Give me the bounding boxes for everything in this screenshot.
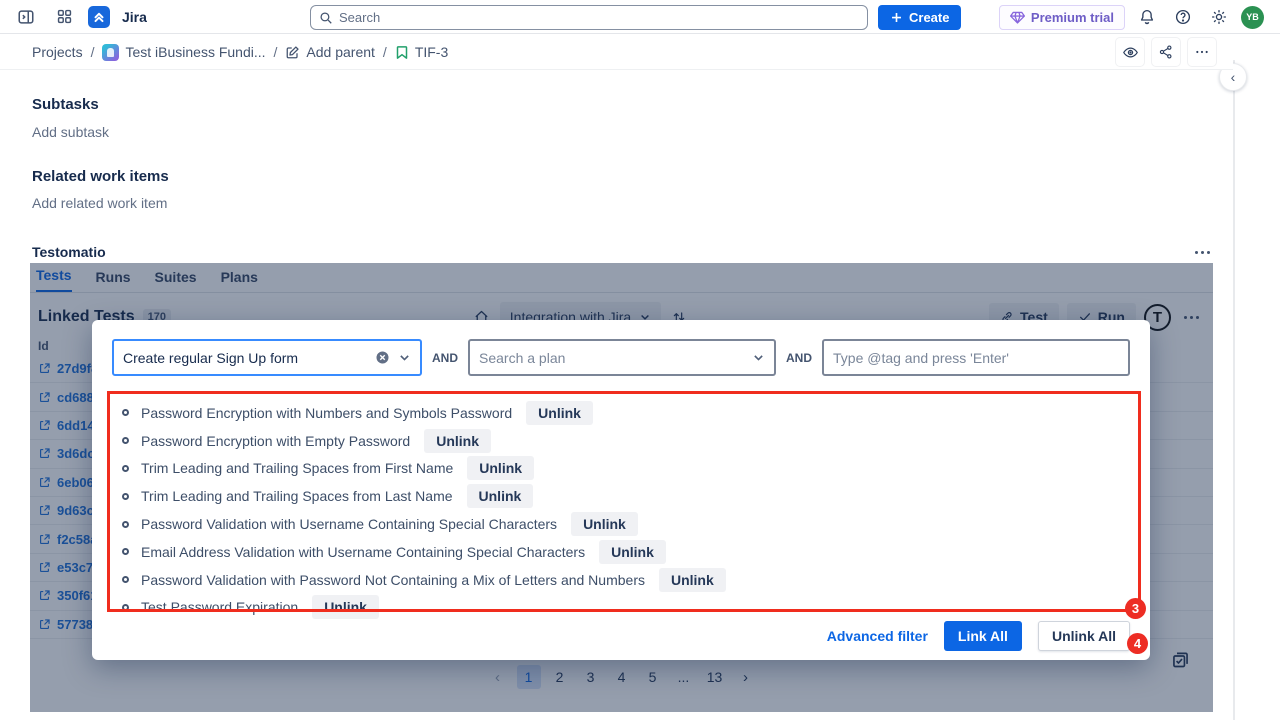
test-name: Password Validation with Username Contai…: [141, 516, 557, 532]
testomatio-heading: Testomatio: [32, 244, 106, 260]
search-input[interactable]: [339, 10, 859, 25]
modal-footer: Advanced filter Link All Unlink All: [827, 620, 1130, 652]
unlink-button[interactable]: Unlink: [599, 540, 666, 564]
list-item: Password Encryption with Numbers and Sym…: [122, 399, 1120, 427]
test-name: Test Password Expiration: [141, 599, 298, 615]
search-icon: [319, 11, 333, 25]
bookmark-icon: [395, 45, 409, 60]
bullet-icon: [122, 437, 129, 444]
link-tests-modal: Create regular Sign Up form AND AND Pass…: [92, 320, 1150, 660]
bullet-icon: [122, 465, 129, 472]
unlink-button[interactable]: Unlink: [312, 595, 379, 619]
app-name: Jira: [122, 9, 147, 25]
unlink-button[interactable]: Unlink: [467, 484, 534, 508]
breadcrumb-issue-key[interactable]: TIF-3: [395, 44, 448, 60]
notifications-icon[interactable]: [1133, 3, 1161, 31]
user-avatar[interactable]: YB: [1241, 6, 1264, 29]
bullet-icon: [122, 493, 129, 500]
test-name: Email Address Validation with Username C…: [141, 544, 585, 560]
right-panel-divider: [1233, 60, 1235, 720]
unlink-button[interactable]: Unlink: [467, 456, 534, 480]
app-switcher-icon[interactable]: [50, 3, 78, 31]
subtasks-heading: Subtasks: [32, 96, 99, 113]
premium-trial-button[interactable]: Premium trial: [999, 5, 1125, 30]
clear-icon[interactable]: [375, 350, 390, 365]
plan-filter-select[interactable]: [468, 339, 776, 376]
test-name: Trim Leading and Trailing Spaces from La…: [141, 488, 453, 504]
breadcrumb: Projects / Test iBusiness Fundi... / Add…: [32, 44, 448, 61]
share-icon[interactable]: [1151, 37, 1181, 67]
plan-search-input[interactable]: [479, 350, 744, 366]
gem-icon: [1010, 11, 1025, 24]
bullet-icon: [122, 576, 129, 583]
testomatio-more-icon[interactable]: [1188, 242, 1216, 262]
list-item: Password Encryption with Empty Password U…: [122, 427, 1120, 455]
project-avatar-icon: [102, 44, 119, 61]
breadcrumb-row: Projects / Test iBusiness Fundi... / Add…: [0, 35, 1233, 70]
sidebar-toggle-icon[interactable]: [12, 3, 40, 31]
annotation-badge-3: 3: [1125, 598, 1146, 619]
annotation-badge-4: 4: [1127, 633, 1148, 654]
tag-filter-field[interactable]: [822, 339, 1130, 376]
chevron-down-icon[interactable]: [398, 351, 411, 364]
advanced-filter-link[interactable]: Advanced filter: [827, 628, 928, 644]
more-actions-icon[interactable]: [1187, 37, 1217, 67]
unlink-button[interactable]: Unlink: [659, 568, 726, 592]
test-filter-value: Create regular Sign Up form: [123, 350, 367, 366]
watch-eye-icon[interactable]: [1115, 37, 1145, 67]
jira-logo-icon[interactable]: [88, 6, 110, 28]
tag-input[interactable]: [833, 350, 1119, 366]
global-search[interactable]: [310, 5, 868, 30]
unlink-button[interactable]: Unlink: [424, 429, 491, 453]
bullet-icon: [122, 604, 129, 611]
related-items-heading: Related work items: [32, 168, 169, 185]
test-name: Password Validation with Password Not Co…: [141, 572, 645, 588]
link-all-button[interactable]: Link All: [944, 621, 1022, 651]
test-name: Password Encryption with Numbers and Sym…: [141, 405, 512, 421]
add-parent-button[interactable]: Add parent: [285, 44, 375, 60]
linked-test-list: Password Encryption with Numbers and Sym…: [122, 399, 1120, 621]
unlink-button[interactable]: Unlink: [571, 512, 638, 536]
test-name: Trim Leading and Trailing Spaces from Fi…: [141, 460, 453, 476]
bullet-icon: [122, 548, 129, 555]
list-item: Trim Leading and Trailing Spaces from Fi…: [122, 455, 1120, 483]
breadcrumb-projects[interactable]: Projects: [32, 44, 83, 60]
top-navigation-bar: Jira Create Premium trial YB: [0, 0, 1280, 34]
list-item: Trim Leading and Trailing Spaces from La…: [122, 482, 1120, 510]
and-label: AND: [782, 351, 816, 365]
bullet-icon: [122, 521, 129, 528]
create-button[interactable]: Create: [878, 5, 961, 30]
unlink-button[interactable]: Unlink: [526, 401, 593, 425]
unlink-all-button[interactable]: Unlink All: [1038, 621, 1130, 651]
list-item: Password Validation with Username Contai…: [122, 510, 1120, 538]
chevron-down-icon[interactable]: [752, 351, 765, 364]
test-name: Password Encryption with Empty Password: [141, 433, 410, 449]
list-item: Email Address Validation with Username C…: [122, 538, 1120, 566]
add-related-item-link[interactable]: Add related work item: [32, 195, 167, 211]
list-item: Password Validation with Password Not Co…: [122, 566, 1120, 594]
test-filter-select[interactable]: Create regular Sign Up form: [112, 339, 422, 376]
edit-icon: [285, 45, 300, 60]
list-item: Test Password Expiration Unlink: [122, 594, 1120, 622]
settings-gear-icon[interactable]: [1205, 3, 1233, 31]
and-label: AND: [428, 351, 462, 365]
add-subtask-link[interactable]: Add subtask: [32, 124, 109, 140]
modal-filter-row: Create regular Sign Up form AND AND: [112, 339, 1130, 376]
help-icon[interactable]: [1169, 3, 1197, 31]
bullet-icon: [122, 409, 129, 416]
breadcrumb-project[interactable]: Test iBusiness Fundi...: [102, 44, 265, 61]
